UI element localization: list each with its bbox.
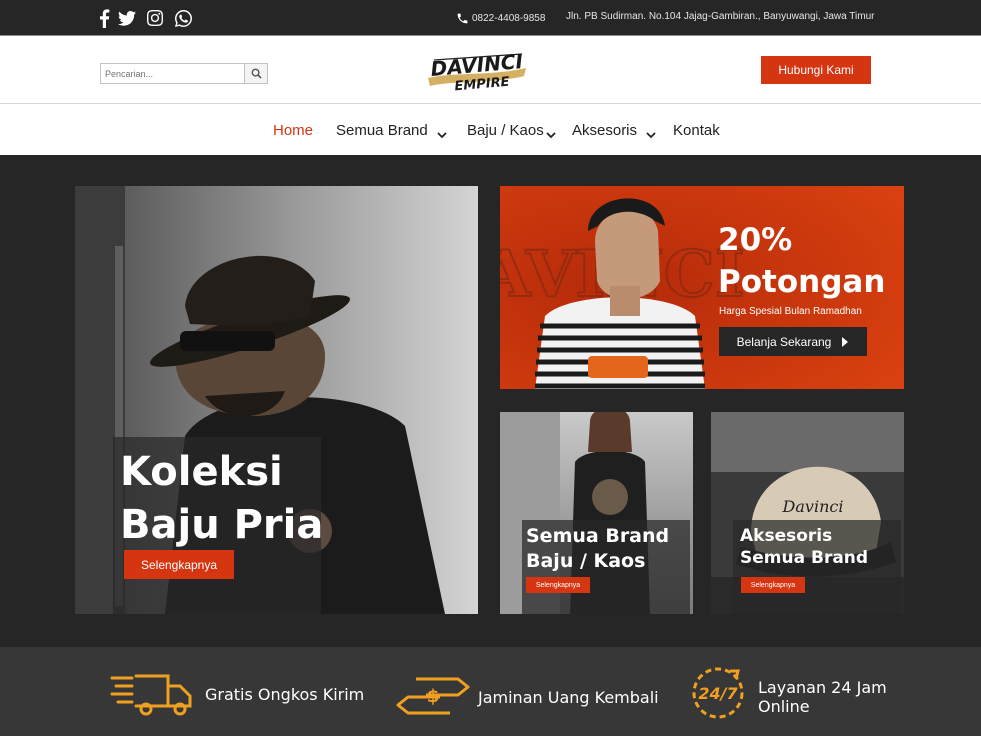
promo-cta-button[interactable]: Belanja Sekarang: [719, 327, 867, 356]
feature-label-24h-line2: Online: [758, 697, 810, 716]
accessories-card-title-line1: Aksesoris: [740, 526, 833, 546]
svg-text:$: $: [427, 686, 440, 707]
brand-card-title: Semua Brand Baju / Kaos: [526, 524, 669, 574]
instagram-icon[interactable]: [145, 8, 165, 28]
search-button[interactable]: [244, 63, 268, 84]
feature-label-24h-service: Layanan 24 Jam Online: [758, 678, 887, 716]
hero-title: Koleksi Baju Pria: [120, 446, 323, 552]
top-phone[interactable]: 0822-4408-9858: [456, 9, 545, 27]
caret-right-icon: [842, 336, 849, 347]
facebook-icon[interactable]: [94, 8, 114, 28]
brand-card-title-line1: Semua Brand: [526, 525, 670, 547]
accessories-card[interactable]: Davinci Aksesoris Semua Brand Selengkapn…: [711, 412, 904, 614]
top-bar: 0822-4408-9858 Jln. PB Sudirman. No.104 …: [0, 0, 981, 35]
feature-label-24h-line1: Layanan 24 Jam: [758, 678, 887, 697]
search-icon: [251, 68, 262, 79]
chevron-down-icon[interactable]: [436, 131, 448, 139]
brand-card[interactable]: Semua Brand Baju / Kaos Selengkapnya: [500, 412, 693, 614]
nav-semua-brand[interactable]: Semua Brand: [336, 122, 428, 139]
chevron-down-icon[interactable]: [645, 131, 657, 139]
promo-title-line1: 20%: [718, 222, 793, 258]
chevron-down-icon[interactable]: [545, 131, 557, 139]
svg-text:24/7: 24/7: [698, 684, 738, 703]
phone-icon: [457, 13, 468, 23]
svg-text:Davinci: Davinci: [782, 497, 844, 516]
hero-title-line2: Baju Pria: [120, 502, 324, 548]
promo-subtitle: Harga Spesial Bulan Ramadhan: [719, 306, 862, 317]
nav-kontak[interactable]: Kontak: [673, 122, 720, 139]
whatsapp-icon[interactable]: [173, 8, 193, 28]
main-nav: Home Semua Brand Baju / Kaos Aksesoris K…: [0, 104, 981, 155]
money-exchange-icon: $: [396, 677, 470, 715]
site-logo[interactable]: DAVINCI EMPIRE: [424, 46, 530, 96]
promo-title-line2: Potongan: [718, 264, 886, 300]
hero-title-line1: Koleksi: [120, 449, 283, 495]
nav-baju-kaos[interactable]: Baju / Kaos: [467, 122, 544, 139]
promo-tile[interactable]: DAVINCI 20% Potongan Harga Spesial Bulan…: [500, 186, 904, 389]
promo-title: 20% Potongan: [718, 219, 885, 303]
accessories-card-button[interactable]: Selengkapnya: [741, 577, 805, 593]
top-address: Jln. PB Sudirman. No.104 Jajag-Gambiran.…: [566, 11, 875, 22]
nav-aksesoris[interactable]: Aksesoris: [572, 122, 637, 139]
phone-number: 0822-4408-9858: [472, 12, 546, 24]
hero-tile[interactable]: Koleksi Baju Pria Selengkapnya: [75, 186, 478, 614]
contact-button[interactable]: Hubungi Kami: [761, 56, 871, 84]
accessories-card-title: Aksesoris Semua Brand: [740, 525, 868, 569]
search-input[interactable]: [100, 63, 245, 84]
delivery-truck-icon: [110, 674, 192, 716]
brand-card-title-line2: Baju / Kaos: [526, 550, 646, 572]
site-header: DAVINCI EMPIRE Hubungi Kami: [0, 35, 981, 104]
clock-24-7-icon: 24/7: [692, 667, 744, 719]
promo-cta-label: Belanja Sekarang: [736, 334, 832, 349]
nav-home[interactable]: Home: [273, 122, 313, 139]
hero-cta-button[interactable]: Selengkapnya: [124, 550, 234, 579]
twitter-icon[interactable]: [117, 8, 137, 28]
features-bar: Gratis Ongkos Kirim $ Jaminan Uang Kemba…: [0, 647, 981, 736]
accessories-card-title-line2: Semua Brand: [740, 548, 869, 568]
brand-card-button[interactable]: Selengkapnya: [526, 577, 590, 593]
feature-label-free-shipping: Gratis Ongkos Kirim: [205, 685, 365, 704]
feature-label-money-back: Jaminan Uang Kembali: [478, 688, 659, 707]
